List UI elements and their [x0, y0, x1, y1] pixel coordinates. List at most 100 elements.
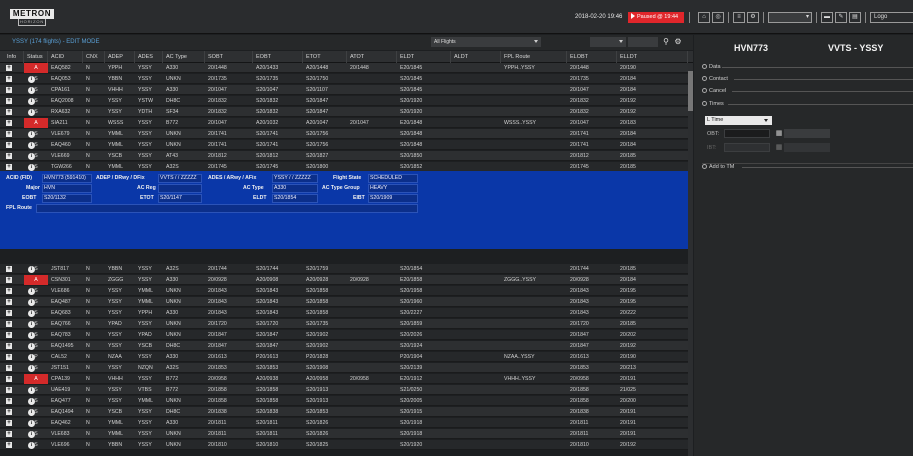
calendar-icon[interactable]: ▦: [774, 143, 784, 152]
section-times[interactable]: Times: [702, 101, 724, 107]
col-eobt[interactable]: EOBT: [253, 51, 303, 63]
table-row[interactable]: + i S UAE419 N YSSY VTBS B772 20/1858 S20/1858 S20…: [0, 385, 688, 395]
cell-elobt: 20/0958: [570, 376, 589, 382]
col-adep[interactable]: ADEP: [105, 51, 135, 63]
expand-icon[interactable]: +: [6, 343, 12, 349]
edit-icon[interactable]: ✎: [835, 12, 847, 23]
expand-icon[interactable]: +: [6, 153, 12, 159]
cell-adep: YPAD: [108, 321, 122, 327]
col-acid[interactable]: ACID: [48, 51, 83, 63]
table-row[interactable]: + i S EAQ460 N YMML YSSY UNKN 20/1741 S20/1741 S20…: [0, 140, 688, 150]
expand-icon[interactable]: +: [6, 354, 12, 360]
expand-icon[interactable]: +: [6, 299, 12, 305]
expand-icon[interactable]: +: [6, 164, 12, 170]
add-to-tm[interactable]: Add to TM: [702, 164, 734, 170]
flight-filter-select[interactable]: All Flights: [431, 37, 541, 47]
table-row[interactable]: + i S EAQ2008 N YSSY YSTW DH8C 20/1832 S20/1832 S2…: [0, 96, 688, 106]
section-contact[interactable]: Contact: [702, 76, 728, 82]
expand-icon[interactable]: +: [6, 431, 12, 437]
table-row[interactable]: + i S JST151 N YSSY NZQN A32S 20/1853 S20/1853 S20…: [0, 363, 688, 373]
logout-button[interactable]: Logo: [870, 12, 913, 23]
expand-icon[interactable]: +: [6, 87, 12, 93]
col-atot[interactable]: ATOT: [347, 51, 397, 63]
table-row[interactable]: + i S CPA161 N VHHH YSSY A330 20/1047 S20/1047 S20…: [0, 85, 688, 95]
gear-icon[interactable]: ⚙: [747, 12, 759, 23]
col-aldt[interactable]: ALDT: [451, 51, 501, 63]
table-row[interactable]: + i S EAQ683 N YSSY YPPH A330 20/1843 S20/1843 S20…: [0, 308, 688, 318]
search-field-select[interactable]: [590, 37, 626, 47]
table-row[interactable]: + i S VLE679 N YMML YSSY UNKN 20/1741 S20/1741 S20…: [0, 129, 688, 139]
expand-icon[interactable]: +: [6, 131, 12, 137]
home-icon[interactable]: ⌂: [698, 12, 710, 23]
col-sobt[interactable]: SOBT: [205, 51, 253, 63]
expand-icon[interactable]: +: [6, 142, 12, 148]
col-ades[interactable]: ADES: [135, 51, 163, 63]
table-row[interactable]: + i S EAQ1494 N YSCB YSSY DH8C 20/1838 S20/1838 S2…: [0, 407, 688, 417]
table-row[interactable]: + i S EAQ766 N YPAD YSSY UNKN 20/1720 S20/1720 S20…: [0, 319, 688, 329]
table-row[interactable]: +iAEAQ582NYPPHYSSYA33020/1448A20/1433A20…: [0, 63, 688, 73]
table-scrollbar[interactable]: [688, 63, 693, 456]
obt-apply-button[interactable]: [784, 129, 830, 138]
table-row[interactable]: + i S EAQ1495 N YSSY YSCB DH8C 20/1847 S20/1847 S2…: [0, 341, 688, 351]
expand-icon[interactable]: +: [6, 76, 12, 82]
expand-icon[interactable]: +: [6, 332, 12, 338]
scrollbar-thumb[interactable]: [688, 71, 693, 111]
table-row[interactable]: + i S VLE686 N YSSY YMML UNKN 20/1843 S20/1843 S20…: [0, 286, 688, 296]
search-icon[interactable]: ⚲: [661, 37, 671, 47]
target-icon[interactable]: ◎: [712, 12, 724, 23]
table-row[interactable]: + i S RXA632 N YSSY YDTH SF34 20/1832 S20/1832 S20…: [0, 107, 688, 117]
view-select[interactable]: ▾: [768, 12, 812, 23]
col-eldt[interactable]: ELDT: [397, 51, 451, 63]
section-cancel[interactable]: Cancel: [702, 88, 726, 94]
expand-icon[interactable]: +: [6, 321, 12, 327]
expand-icon[interactable]: +: [6, 398, 12, 404]
ibt-input[interactable]: [724, 143, 770, 152]
expand-icon[interactable]: +: [6, 310, 12, 316]
col-cnx[interactable]: CNX: [83, 51, 105, 63]
list-icon[interactable]: ≡: [733, 12, 745, 23]
col-elldt[interactable]: ELLDT: [617, 51, 688, 63]
col-status[interactable]: Status: [24, 51, 48, 63]
col-elobt[interactable]: ELOBT: [567, 51, 617, 63]
section-data[interactable]: Data: [702, 64, 721, 70]
expand-icon[interactable]: +: [6, 109, 12, 115]
expand-icon[interactable]: +: [6, 65, 12, 71]
table-row[interactable]: +iACSN301NZGGGYSSYA33020/0928A20/0908A20…: [0, 275, 688, 285]
table-row[interactable]: +iACPA139NVHHHYSSYB77220/0958A20/0938A20…: [0, 374, 688, 384]
expand-icon[interactable]: +: [6, 420, 12, 426]
settings-icon[interactable]: ⚙: [673, 37, 683, 47]
expand-icon[interactable]: +: [6, 442, 12, 448]
col-info[interactable]: Info: [0, 51, 24, 63]
obt-input[interactable]: [724, 129, 770, 138]
expand-icon[interactable]: +: [6, 409, 12, 415]
chat-icon[interactable]: ▬: [821, 12, 833, 23]
table-row[interactable]: + i S VLE696 N YBBN YSSY UNKN 20/1810 S20/1810 S20…: [0, 440, 688, 450]
expand-icon[interactable]: +: [6, 288, 12, 294]
calendar-icon[interactable]: ▦: [774, 129, 784, 138]
time-mode-select[interactable]: L Time: [705, 116, 772, 125]
expand-icon[interactable]: +: [6, 365, 12, 371]
table-row[interactable]: + i S EAQ462 N YMML YSSY A330 20/1811 S20/1811 S20…: [0, 418, 688, 428]
table-row[interactable]: + i S EAQ487 N YSSY YMML UNKN 20/1843 S20/1843 S20…: [0, 297, 688, 307]
expand-icon[interactable]: +: [6, 266, 12, 272]
expand-icon[interactable]: +: [6, 277, 12, 283]
col-ac-type[interactable]: AC Type: [163, 51, 205, 63]
table-row[interactable]: + i S EAQ053 N YBBN YSSY UNKN 20/1735 S20/1735 S20…: [0, 74, 688, 84]
table-row[interactable]: + i S JST817 N YBBN YSSY A32S 20/1744 S20/1744 S20…: [0, 264, 688, 274]
table-row[interactable]: + i S EAQ477 N YSSY YMML UNKN 20/1858 S20/1858 S20…: [0, 396, 688, 406]
table-row[interactable]: + i S VLE683 N YMML YSSY UNKN 20/1811 S20/1811 S20…: [0, 429, 688, 439]
expand-icon[interactable]: +: [6, 376, 12, 382]
search-input[interactable]: [628, 37, 658, 47]
expand-icon[interactable]: +: [6, 98, 12, 104]
paused-button[interactable]: Paused @ 19:44: [628, 12, 684, 23]
expand-icon[interactable]: +: [6, 120, 12, 126]
col-etot[interactable]: ETOT: [303, 51, 347, 63]
col-fpl-route[interactable]: FPL Route: [501, 51, 567, 63]
table-row[interactable]: + i S VLE669 N YSCB YSSY AT43 20/1812 S20/1812 S20…: [0, 151, 688, 161]
calendar-icon[interactable]: ▤: [849, 12, 861, 23]
ibt-apply-button[interactable]: [784, 143, 830, 152]
table-row[interactable]: +iASIA211NWSSSYSSYB77220/1047A20/1032A20…: [0, 118, 688, 128]
table-row[interactable]: + i S EAQ783 N YSSY YPAD UNKN 20/1847 S20/1847 S20…: [0, 330, 688, 340]
table-row[interactable]: + i P CAL52 N NZAA YSSY A330 20/1613 P20/1613 P20/…: [0, 352, 688, 362]
expand-icon[interactable]: +: [6, 387, 12, 393]
